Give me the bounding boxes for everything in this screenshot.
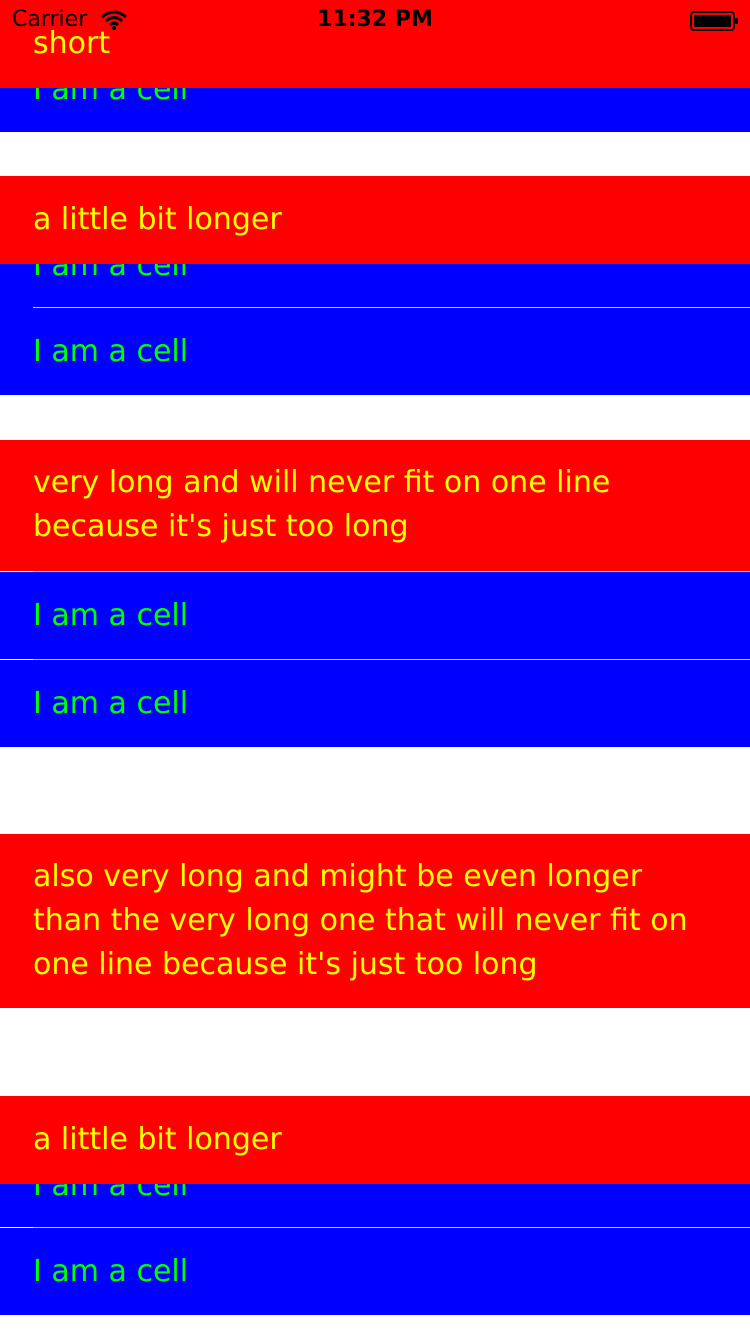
section-header-label: also very long and might be even longer … (33, 859, 688, 982)
section-header: very long and will never fit on one line… (0, 440, 750, 571)
cell-separator (33, 571, 750, 572)
section-header: also very long and might be even longer … (0, 834, 750, 1008)
cell-separator (33, 307, 750, 308)
list-item[interactable]: I am a cell (0, 572, 750, 659)
section-header-label: very long and will never fit on one line… (33, 465, 611, 544)
cell-label: I am a cell (33, 598, 189, 633)
cell-label: I am a cell (33, 1184, 189, 1203)
section-header: a little bit longer (0, 176, 750, 264)
cell-label: I am a cell (33, 686, 189, 721)
cell-separator (33, 1227, 750, 1228)
cell-separator (33, 659, 750, 660)
list-item[interactable]: I am a cell (0, 88, 750, 132)
list-item[interactable]: I am a cell (0, 264, 750, 308)
battery-icon (690, 11, 738, 31)
cell-label: I am a cell (33, 88, 189, 107)
list-item[interactable]: I am a cell (0, 660, 750, 747)
section-header-label: a little bit longer (33, 1122, 282, 1157)
section-header-label: a little bit longer (33, 202, 282, 237)
list-item[interactable]: I am a cell (0, 1184, 750, 1227)
cell-label: I am a cell (33, 264, 189, 283)
clock: 11:32 PM (317, 7, 433, 32)
status-bar: Carrier 11:32 PM (0, 0, 750, 40)
cell-label: I am a cell (33, 334, 189, 369)
section-header: a little bit longer (0, 1096, 750, 1184)
cell-label: I am a cell (33, 1254, 189, 1289)
list-item[interactable]: I am a cell (0, 308, 750, 395)
list-item[interactable]: I am a cell (0, 1228, 750, 1315)
